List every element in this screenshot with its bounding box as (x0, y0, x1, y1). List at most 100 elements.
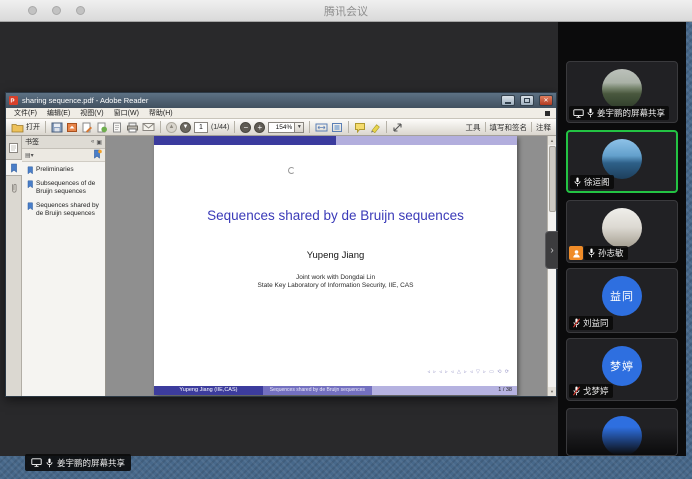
bookmark-label: Sequences shared by de Bruijn sequences (36, 202, 102, 219)
share-banner-label: 姜宇鹏的屏幕共享 (57, 457, 125, 469)
adobe-window-title: sharing sequence.pdf - Adobe Reader (22, 96, 496, 105)
slide-author: Yupeng Jiang (154, 250, 517, 261)
menu-file[interactable]: 文件(F) (9, 108, 42, 118)
participant-tile-partial[interactable] (566, 408, 678, 456)
participant-name: 戈梦婷 (583, 385, 609, 397)
sign-document-button[interactable] (81, 121, 93, 134)
attachments-tab[interactable] (6, 179, 22, 196)
mac-zoom-button[interactable] (76, 6, 85, 15)
bookmarks-tab[interactable] (6, 159, 22, 176)
slide-joint-line1: Joint work with Dongdai Lin (154, 274, 517, 281)
bookmark-icon (27, 166, 34, 175)
sidebar-collapse-handle[interactable]: › (545, 231, 558, 269)
bookmarks-panel: 书签 « ▣ ▤▾ Preliminaries Subsequences of … (22, 136, 106, 396)
open-button[interactable]: 打开 (11, 121, 40, 134)
fit-width-button[interactable] (315, 121, 328, 134)
bookmarks-list: Preliminaries Subsequences of de Bruijn … (22, 162, 105, 224)
menu-window[interactable]: 窗口(W) (109, 108, 144, 118)
bookmark-item[interactable]: Sequences shared by de Bruijn sequences (27, 202, 102, 219)
mic-on-icon (574, 177, 581, 187)
page-number-input[interactable] (194, 122, 208, 133)
highlight-button[interactable] (369, 121, 381, 134)
footer-title: Sequences shared by de Bruijn sequences (263, 386, 372, 395)
highlighter-icon (369, 122, 381, 133)
screen-share-banner: 姜宇鹏的屏幕共享 (25, 454, 131, 471)
close-button[interactable]: ✕ (539, 95, 553, 106)
slide-title: Sequences shared by de Bruijn sequences (154, 208, 517, 223)
bookmark-label: Preliminaries (36, 166, 74, 174)
scroll-down-icon[interactable]: ▼ (548, 387, 556, 396)
document-icon (111, 122, 123, 133)
fit-page-icon (331, 122, 343, 133)
zoom-level-value[interactable]: 154% (268, 122, 295, 133)
previous-page-button[interactable]: ▲ (166, 122, 177, 133)
menu-help[interactable]: 帮助(H) (144, 108, 178, 118)
fill-sign-button[interactable]: 填写和签名 (490, 122, 528, 133)
slide-header-bar (154, 136, 517, 145)
bookmark-options-button[interactable]: ▤▾ (25, 152, 34, 159)
mic-muted-icon (573, 386, 580, 396)
adobe-toolbar: 打开 ▲ ▼ (1/44) − + 154% ▼ 工具 填写和签名 (6, 119, 556, 136)
bookmarks-toolbar: ▤▾ (22, 149, 105, 162)
adobe-body: 书签 « ▣ ▤▾ Preliminaries Subsequences of … (6, 136, 556, 396)
participant-tile[interactable]: 梦婷 戈梦婷 (566, 338, 678, 401)
meeting-window-title: 腾讯会议 (0, 3, 692, 19)
fullscreen-button[interactable] (392, 121, 403, 134)
email-button[interactable] (142, 121, 155, 134)
add-comment-button[interactable] (354, 121, 366, 134)
fit-page-button[interactable] (331, 121, 343, 134)
mac-close-button[interactable] (28, 6, 37, 15)
bookmark-item[interactable]: Preliminaries (27, 166, 102, 175)
page-sync-icon (96, 122, 108, 133)
collapse-panel-icon[interactable]: « (91, 139, 94, 145)
mac-minimize-button[interactable] (52, 6, 61, 15)
participant-tile-sharer[interactable]: 姜宇鹏的屏幕共享 (566, 61, 678, 123)
convert-pdf-button[interactable] (66, 121, 78, 134)
participant-tile[interactable]: 益同 刘益同 (566, 268, 678, 333)
adobe-menubar: 文件(F) 编辑(E) 视图(V) 窗口(W) 帮助(H) (6, 108, 556, 119)
fit-width-icon (315, 122, 328, 133)
comment-panel-button[interactable]: 注释 (536, 122, 551, 133)
add-bookmark-icon (93, 149, 102, 159)
tools-button[interactable]: 工具 (466, 122, 481, 133)
printer-icon (126, 122, 139, 133)
scroll-up-icon[interactable]: ▲ (548, 136, 556, 145)
person-badge-icon (569, 246, 583, 260)
screen-share-icon (573, 109, 584, 118)
mic-on-icon (587, 108, 594, 118)
folder-icon (11, 122, 24, 133)
busy-cursor-icon (288, 167, 295, 174)
bookmark-icon (10, 163, 18, 173)
restore-button[interactable] (520, 95, 534, 106)
bookmark-label: Subsequences of de Bruijn sequences (36, 180, 102, 197)
bookmark-icon (27, 180, 34, 189)
copy-file-button[interactable] (111, 121, 123, 134)
menu-view[interactable]: 视图(V) (75, 108, 108, 118)
zoom-out-button[interactable]: − (240, 122, 251, 133)
save-button[interactable] (51, 121, 63, 134)
scrollbar-thumb[interactable] (549, 146, 556, 212)
zoom-in-button[interactable]: + (254, 122, 265, 133)
save-icon (51, 122, 63, 133)
page-thumbnails-tab[interactable] (6, 139, 22, 156)
avatar (602, 69, 642, 109)
bookmark-item[interactable]: Subsequences of de Bruijn sequences (27, 180, 102, 197)
footer-page-number: 1 / 38 (372, 386, 517, 395)
panel-options-icon[interactable]: ▣ (96, 139, 102, 146)
next-page-button[interactable]: ▼ (180, 122, 191, 133)
convert-pdf-icon (66, 122, 78, 133)
minimize-button[interactable] (501, 95, 515, 106)
zoom-dropdown-button[interactable]: ▼ (295, 122, 304, 133)
adobe-titlebar: sharing sequence.pdf - Adobe Reader ✕ (6, 93, 556, 108)
print-button[interactable] (126, 121, 139, 134)
menu-edit[interactable]: 编辑(E) (42, 108, 75, 118)
page-thumbnails-icon (8, 142, 19, 154)
envelope-icon (142, 122, 155, 132)
participant-tile-active-speaker[interactable]: 徐运阁 (566, 130, 678, 193)
export-pdf-button[interactable] (96, 121, 108, 134)
zoom-control: 154% ▼ (268, 122, 304, 133)
bookmarks-title: 书签 (25, 137, 89, 147)
participant-tile[interactable]: 孙志敏 (566, 200, 678, 263)
avatar-initials: 益同 (602, 276, 642, 316)
meeting-titlebar: 腾讯会议 (0, 0, 692, 22)
